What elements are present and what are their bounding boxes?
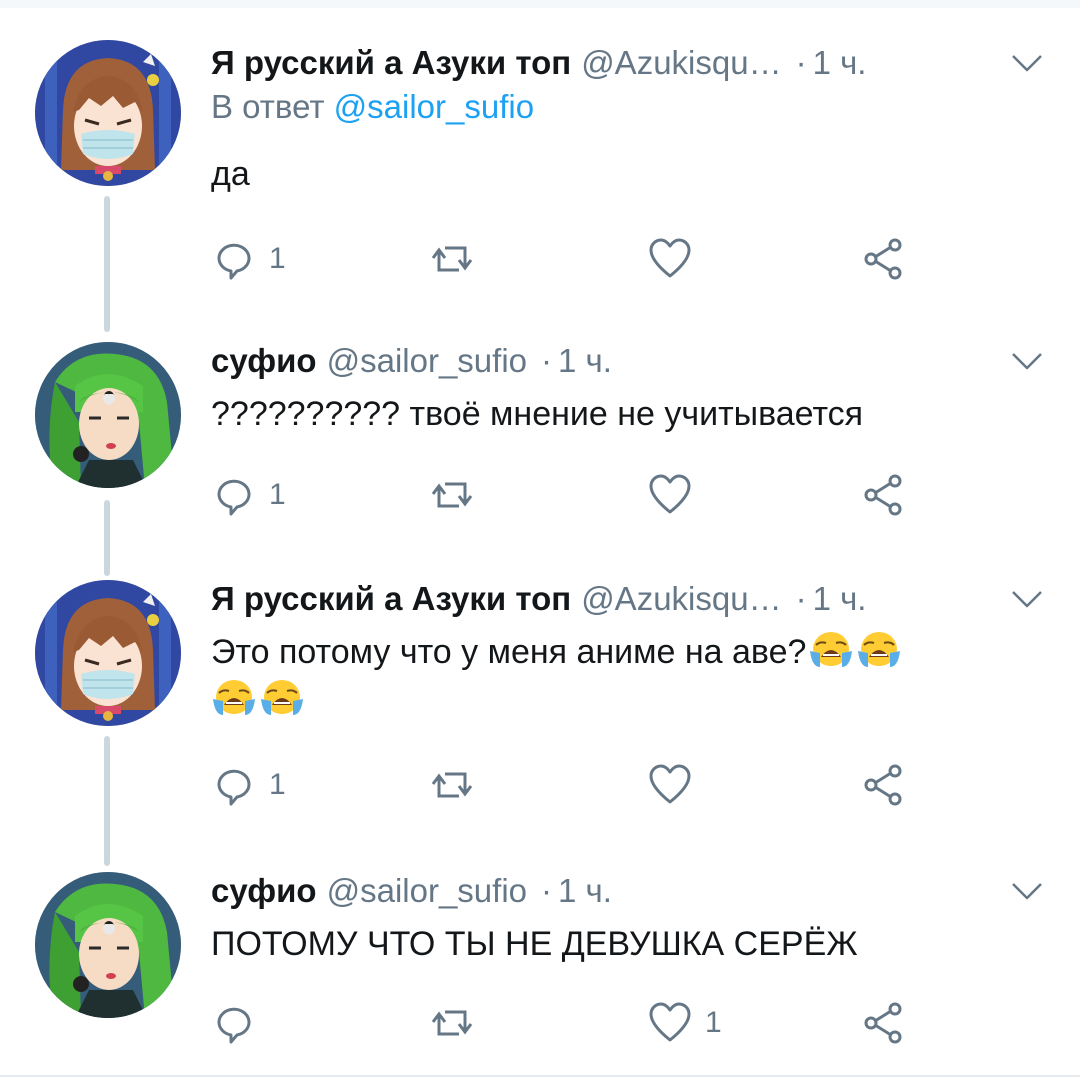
action-bar: 1 xyxy=(211,760,931,810)
reply-count: 1 xyxy=(269,242,286,275)
tweet-text-block: Это потому что у меня аниме на аве? xyxy=(211,628,1041,724)
heart-icon xyxy=(647,472,693,518)
timestamp[interactable]: 1 ч. xyxy=(558,342,612,380)
timestamp[interactable]: 1 ч. xyxy=(813,580,867,618)
tweet-header: суфио @sailor_sufio · 1 ч. xyxy=(211,866,612,916)
tweet[interactable]: суфио @sailor_sufio · 1 ч. ?????????? тв… xyxy=(0,336,1080,536)
crying-face-emoji xyxy=(856,629,902,669)
reply-count: 1 xyxy=(269,478,286,511)
author-name[interactable]: суфио xyxy=(211,342,317,380)
action-bar: 1 xyxy=(211,470,931,520)
share-icon xyxy=(861,472,907,518)
separator-dot: · xyxy=(541,872,553,909)
tweet-header: Я русский а Азуки топ @Azukisqu… · 1 ч. xyxy=(211,38,866,88)
like-button[interactable]: 1 xyxy=(647,998,722,1048)
chevron-down-icon[interactable] xyxy=(1010,878,1044,904)
retweet-icon xyxy=(429,762,475,808)
avatar[interactable] xyxy=(35,342,181,488)
reply-icon xyxy=(211,472,257,518)
share-icon xyxy=(861,1000,907,1046)
heart-icon xyxy=(647,762,693,808)
retweet-icon xyxy=(429,472,475,518)
tweet-text: Это потому что у меня аниме на аве? xyxy=(211,633,807,671)
like-button[interactable] xyxy=(647,470,705,520)
action-bar: 1 xyxy=(211,998,931,1048)
action-bar: 1 xyxy=(211,234,931,284)
author-handle[interactable]: @sailor_sufio xyxy=(327,872,527,910)
share-icon xyxy=(861,762,907,808)
reply-count: 1 xyxy=(269,768,286,801)
heart-icon xyxy=(647,236,693,282)
separator-dot: · xyxy=(541,342,553,379)
tweet-text: да xyxy=(211,155,250,193)
avatar[interactable] xyxy=(35,40,181,186)
reply-button[interactable]: 1 xyxy=(211,234,286,284)
share-button[interactable] xyxy=(861,470,907,520)
like-count: 1 xyxy=(705,1006,722,1039)
top-border xyxy=(0,0,1080,8)
heart-icon xyxy=(647,1000,693,1046)
author-name[interactable]: Я русский а Азуки топ xyxy=(211,44,571,82)
tweet-text: ПОТОМУ ЧТО ТЫ НЕ ДЕВУШКА СЕРЁЖ xyxy=(211,925,858,963)
share-button[interactable] xyxy=(861,760,907,810)
author-handle[interactable]: @Azukisqu… xyxy=(581,44,781,82)
retweet-button[interactable] xyxy=(429,998,487,1048)
reply-prefix: В ответ xyxy=(211,88,325,125)
author-handle[interactable]: @sailor_sufio xyxy=(327,342,527,380)
reply-mention-link[interactable]: @sailor_sufio xyxy=(334,88,534,125)
tweet-header: суфио @sailor_sufio · 1 ч. xyxy=(211,336,612,386)
author-name[interactable]: суфио xyxy=(211,872,317,910)
avatar[interactable] xyxy=(35,872,181,1018)
like-button[interactable] xyxy=(647,760,705,810)
chevron-down-icon[interactable] xyxy=(1010,50,1044,76)
reply-icon xyxy=(211,236,257,282)
retweet-icon xyxy=(429,1000,475,1046)
separator-dot: · xyxy=(795,580,807,617)
avatar[interactable] xyxy=(35,580,181,726)
crying-face-emoji xyxy=(808,629,854,669)
chevron-down-icon[interactable] xyxy=(1010,348,1044,374)
tweet[interactable]: Я русский а Азуки топ @Azukisqu… · 1 ч. … xyxy=(0,38,1080,298)
tweet-header: Я русский а Азуки топ @Azukisqu… · 1 ч. xyxy=(211,574,866,624)
crying-face-emoji xyxy=(211,677,257,717)
reply-button[interactable]: 1 xyxy=(211,470,286,520)
reply-button[interactable]: 1 xyxy=(211,760,286,810)
tweet-text: ?????????? твоё мнение не учитывается xyxy=(211,395,864,433)
timestamp[interactable]: 1 ч. xyxy=(558,872,612,910)
crying-face-emoji xyxy=(259,677,305,717)
separator-dot: · xyxy=(795,44,807,81)
retweet-icon xyxy=(429,236,475,282)
reply-button[interactable] xyxy=(211,998,269,1048)
author-name[interactable]: Я русский а Азуки топ xyxy=(211,580,571,618)
reply-context: В ответ @sailor_sufio xyxy=(211,88,534,126)
tweet[interactable]: суфио @sailor_sufio · 1 ч. ПОТОМУ ЧТО ТЫ… xyxy=(0,866,1080,1066)
reply-icon xyxy=(211,1000,257,1046)
share-icon xyxy=(861,236,907,282)
like-button[interactable] xyxy=(647,234,705,284)
share-button[interactable] xyxy=(861,998,907,1048)
bottom-divider xyxy=(0,1075,1080,1077)
retweet-button[interactable] xyxy=(429,470,487,520)
tweet[interactable]: Я русский а Азуки топ @Azukisqu… · 1 ч. … xyxy=(0,574,1080,834)
retweet-button[interactable] xyxy=(429,760,487,810)
author-handle[interactable]: @Azukisqu… xyxy=(581,580,781,618)
retweet-button[interactable] xyxy=(429,234,487,284)
timestamp[interactable]: 1 ч. xyxy=(813,44,867,82)
chevron-down-icon[interactable] xyxy=(1010,586,1044,612)
reply-icon xyxy=(211,762,257,808)
share-button[interactable] xyxy=(861,234,907,284)
